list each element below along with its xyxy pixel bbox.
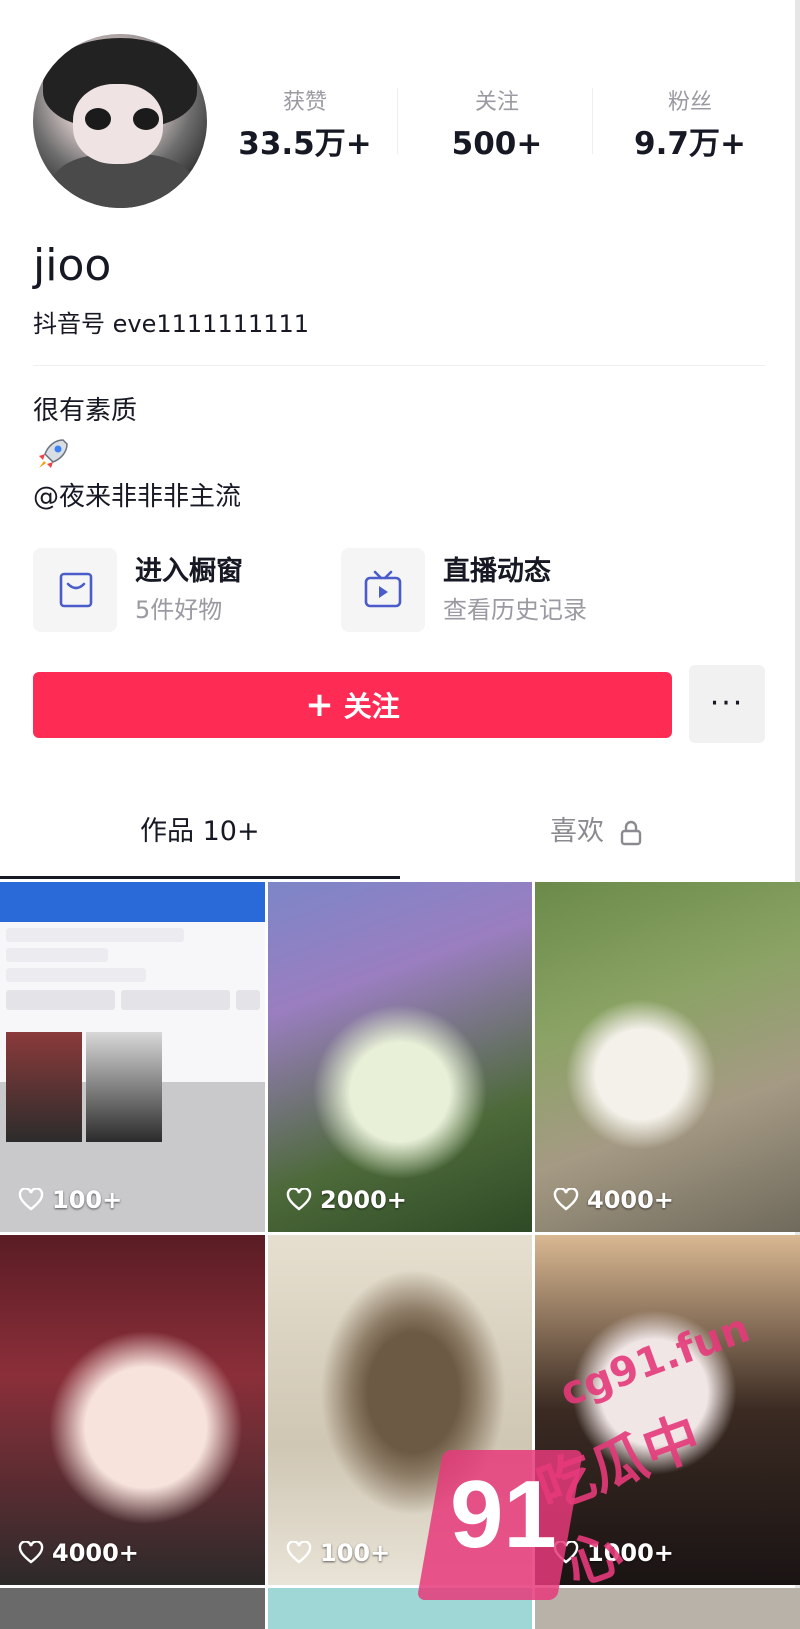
video-likes-count: 100+ — [320, 1539, 391, 1567]
video-grid: 100+ 2000+ 4000+ 4000+ 100+ 1000+ — [0, 882, 800, 1629]
tab-likes-label: 喜欢 — [550, 816, 604, 847]
video-tile[interactable]: 100+ — [0, 882, 265, 1232]
shopping-bag-icon — [33, 548, 117, 632]
video-likes-count: 4000+ — [52, 1539, 139, 1567]
heart-icon — [18, 1188, 44, 1211]
shop-window-title: 进入橱窗 — [135, 556, 243, 587]
lock-icon — [620, 820, 641, 845]
video-tile[interactable]: 4000+ — [535, 882, 800, 1232]
heart-icon — [553, 1541, 579, 1564]
stat-divider — [592, 88, 593, 154]
video-tile[interactable]: 4000+ — [0, 1235, 265, 1585]
plus-icon: + — [305, 685, 334, 725]
profile-page: 获赞 33.5万+ 关注 500+ 粉丝 9.7万+ jioo 抖音号 eve1… — [0, 0, 800, 1629]
live-history-entry[interactable]: 直播动态 查看历史记录 — [341, 548, 631, 632]
heart-icon — [286, 1188, 312, 1211]
stat-likes: 获赞 33.5万+ — [220, 88, 390, 166]
follow-label: 关注 — [343, 690, 400, 723]
tv-icon — [341, 548, 425, 632]
video-likes: 4000+ — [553, 1186, 674, 1214]
live-history-title: 直播动态 — [443, 556, 551, 587]
tab-works-label: 作品 10+ — [140, 816, 260, 847]
stat-likes-value: 33.5万+ — [238, 126, 372, 162]
video-tile[interactable]: 100+ — [268, 1235, 532, 1585]
avatar[interactable] — [33, 34, 207, 208]
live-history-subtitle: 查看历史记录 — [443, 596, 587, 624]
stat-following-label: 关注 — [474, 90, 519, 115]
video-tile[interactable] — [535, 1588, 800, 1629]
tab-likes[interactable]: 喜欢 — [550, 812, 643, 852]
heart-icon — [18, 1541, 44, 1564]
stat-following-value: 500+ — [451, 126, 543, 162]
video-likes-count: 100+ — [52, 1186, 123, 1214]
stat-fans[interactable]: 粉丝 9.7万+ — [605, 88, 775, 166]
profile-name: jioo — [33, 240, 112, 291]
video-likes-count: 4000+ — [587, 1186, 674, 1214]
shop-window-subtitle: 5件好物 — [135, 596, 223, 624]
video-likes-count: 1000+ — [587, 1539, 674, 1567]
stat-likes-label: 获赞 — [282, 90, 327, 115]
tab-active-indicator — [0, 876, 400, 879]
stat-fans-label: 粉丝 — [667, 90, 712, 115]
rocket-icon — [39, 439, 68, 468]
bio: 很有素质 @夜来非非非主流 — [33, 390, 241, 518]
video-tile[interactable] — [0, 1588, 265, 1629]
video-likes: 100+ — [286, 1539, 390, 1567]
more-icon: ··· — [709, 686, 745, 721]
divider — [33, 365, 765, 366]
douyin-id: 抖音号 eve1111111111 — [33, 310, 310, 338]
stat-fans-value: 9.7万+ — [634, 126, 746, 162]
more-button[interactable]: ··· — [689, 665, 765, 743]
stat-divider — [397, 88, 398, 154]
heart-icon — [553, 1188, 579, 1211]
screenshot-thumbnail — [6, 928, 260, 1142]
tab-works[interactable]: 作品 10+ — [140, 812, 260, 852]
bio-line-1: 很有素质 — [33, 396, 138, 426]
stat-following[interactable]: 关注 500+ — [412, 88, 582, 166]
video-likes: 100+ — [18, 1186, 122, 1214]
video-likes: 2000+ — [286, 1186, 407, 1214]
video-tile[interactable]: 1000+ — [535, 1235, 800, 1585]
video-likes: 4000+ — [18, 1539, 139, 1567]
shop-window-entry[interactable]: 进入橱窗 5件好物 — [33, 548, 323, 632]
video-likes-count: 2000+ — [320, 1186, 407, 1214]
video-likes: 1000+ — [553, 1539, 674, 1567]
follow-button[interactable]: + 关注 — [33, 672, 672, 738]
video-tile[interactable]: 2000+ — [268, 882, 532, 1232]
video-tile[interactable] — [268, 1588, 532, 1629]
heart-icon — [286, 1541, 312, 1564]
bio-mention[interactable]: @夜来非非非主流 — [33, 476, 241, 518]
